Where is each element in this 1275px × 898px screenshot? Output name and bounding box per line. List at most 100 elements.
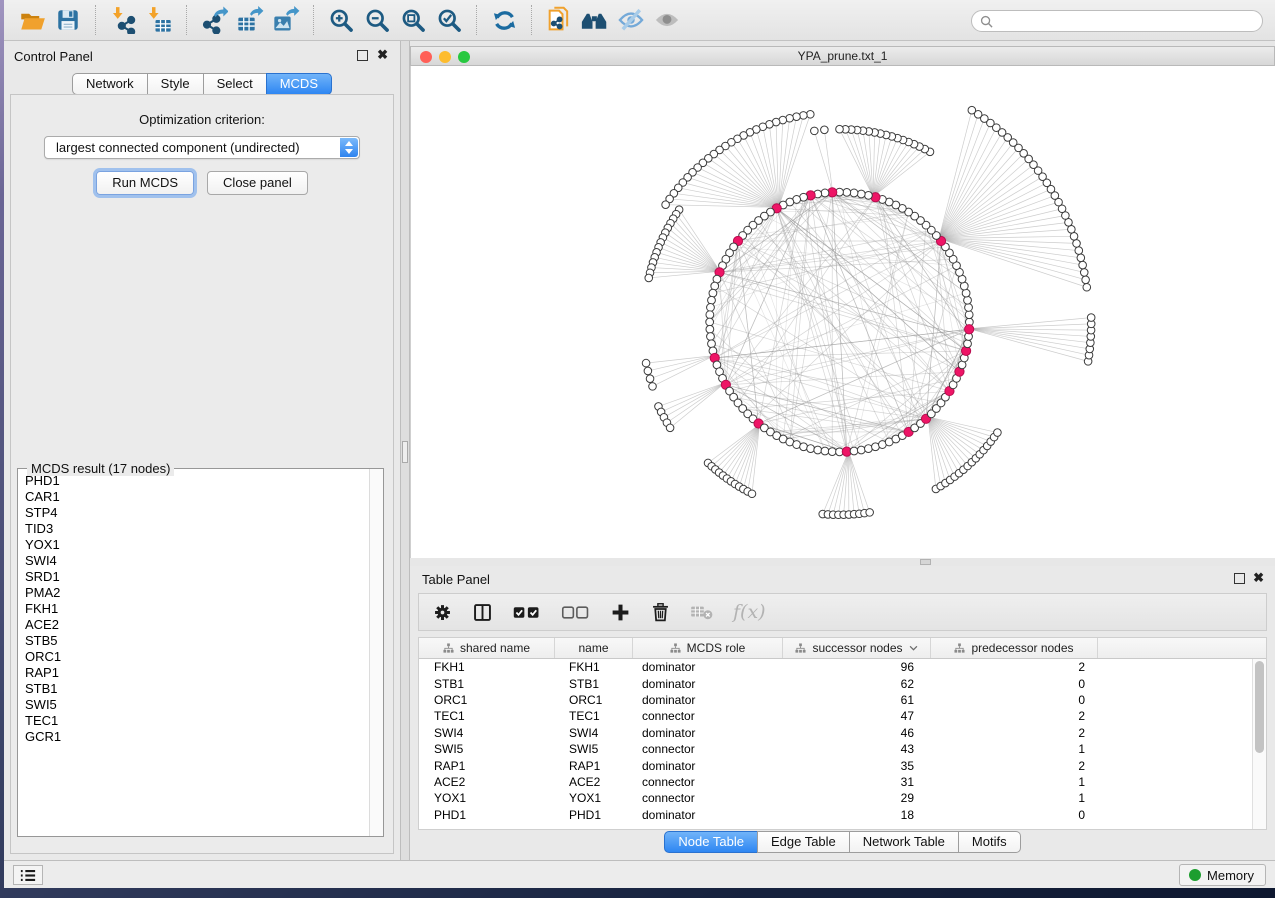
show-column-button[interactable] [472,602,493,623]
search-input[interactable] [998,12,1262,30]
select-all-rows-button[interactable] [512,603,542,622]
column-header-mcds-role[interactable]: MCDS role [633,638,783,658]
minimize-window-icon[interactable] [439,51,451,63]
table-row[interactable]: RAP1RAP1dominator352 [419,757,1252,773]
close-panel-button[interactable]: Close panel [207,171,308,195]
float-table-panel-icon[interactable] [1234,573,1245,584]
column-header-successor-nodes[interactable]: successor nodes [783,638,931,658]
table-row[interactable]: ACE2ACE2connector311 [419,774,1252,790]
deselect-all-rows-button[interactable] [561,603,591,622]
zoom-in-button[interactable] [323,3,359,37]
function-builder-button-disabled[interactable]: f(x) [733,601,766,623]
create-column-button[interactable] [610,602,631,623]
list-item[interactable]: GCR1 [25,729,369,745]
memory-status-icon [1189,869,1201,881]
list-item[interactable]: ORC1 [25,649,369,665]
table-row[interactable]: FKH1FKH1dominator962 [419,659,1252,675]
close-window-icon[interactable] [420,51,432,63]
table-cell: SWI5 [419,742,555,756]
zoom-selected-button[interactable] [431,3,467,37]
export-image-button[interactable] [268,3,304,37]
table-scrollbar-thumb[interactable] [1255,661,1264,753]
search-box[interactable] [971,10,1263,32]
table-cell: dominator [633,660,783,674]
list-item[interactable]: SWI4 [25,553,369,569]
window-controls [420,51,470,63]
list-item[interactable]: PMA2 [25,585,369,601]
zoom-fit-button[interactable] [395,3,431,37]
tab-edge-table[interactable]: Edge Table [757,831,850,853]
list-item[interactable]: SRD1 [25,569,369,585]
tab-mcds[interactable]: MCDS [266,73,332,95]
tab-network[interactable]: Network [72,73,148,95]
table-row[interactable]: YOX1YOX1connector291 [419,790,1252,806]
hide-selected-button[interactable] [613,3,649,37]
network-from-clipboard-button[interactable] [541,3,577,37]
list-item[interactable]: SWI5 [25,697,369,713]
tab-select[interactable]: Select [203,73,267,95]
column-header-shared-name[interactable]: shared name [419,638,555,658]
table-panel: Table Panel ✖ f(x) shared namenameMCDS r… [410,566,1275,860]
table-cell: dominator [633,726,783,740]
maximize-window-icon[interactable] [458,51,470,63]
table-panel-title: Table Panel [422,572,490,587]
main-toolbar [4,0,1275,41]
export-table-button[interactable] [232,3,268,37]
list-item[interactable]: PHD1 [25,473,369,489]
table-scrollbar[interactable] [1252,659,1266,829]
first-neighbors-button[interactable] [577,3,613,37]
export-network-button[interactable] [196,3,232,37]
table-row[interactable]: STB1STB1dominator620 [419,675,1252,691]
save-session-button[interactable] [50,3,86,37]
splitter-handle[interactable] [402,441,408,463]
show-all-button[interactable] [649,3,685,37]
zoom-out-button[interactable] [359,3,395,37]
tab-network-table[interactable]: Network Table [849,831,959,853]
table-cell: TEC1 [419,709,555,723]
table-settings-button[interactable] [432,602,453,623]
list-item[interactable]: YOX1 [25,537,369,553]
float-panel-icon[interactable] [357,50,368,61]
list-item[interactable]: FKH1 [25,601,369,617]
list-item[interactable]: TID3 [25,521,369,537]
tab-motifs[interactable]: Motifs [958,831,1021,853]
delete-table-button-disabled[interactable] [690,603,714,621]
open-session-button[interactable] [14,3,50,37]
list-item[interactable]: TEC1 [25,713,369,729]
task-history-button[interactable] [13,865,43,885]
memory-button[interactable]: Memory [1179,864,1266,886]
close-panel-icon[interactable]: ✖ [377,48,388,62]
tab-node-table[interactable]: Node Table [664,831,758,853]
column-header-name[interactable]: name [555,638,633,658]
network-window-titlebar[interactable]: YPA_prune.txt_1 [410,46,1275,66]
table-cell: dominator [633,808,783,822]
import-table-button[interactable] [141,3,177,37]
table-cell: YOX1 [419,791,555,805]
close-table-panel-icon[interactable]: ✖ [1253,571,1264,585]
table-row[interactable]: SWI4SWI4dominator462 [419,725,1252,741]
run-mcds-button[interactable]: Run MCDS [96,171,194,195]
vertical-splitter[interactable] [400,41,410,860]
list-item[interactable]: CAR1 [25,489,369,505]
list-item[interactable]: ACE2 [25,617,369,633]
table-row[interactable]: SWI5SWI5connector431 [419,741,1252,757]
horizontal-splitter-handle[interactable] [920,559,931,565]
list-item[interactable]: RAP1 [25,665,369,681]
list-item[interactable]: STB1 [25,681,369,697]
import-table-icon [145,6,173,34]
table-row[interactable]: PHD1PHD1dominator180 [419,807,1252,823]
network-view[interactable] [410,66,1275,558]
table-cell: 43 [783,742,931,756]
list-item[interactable]: STB5 [25,633,369,649]
table-row[interactable]: TEC1TEC1connector472 [419,708,1252,724]
network-graph[interactable] [411,66,1275,558]
criterion-dropdown[interactable]: largest connected component (undirected) [44,136,360,159]
refresh-view-button[interactable] [486,3,522,37]
list-item[interactable]: STP4 [25,505,369,521]
tab-style[interactable]: Style [147,73,204,95]
column-header-predecessor-nodes[interactable]: predecessor nodes [931,638,1098,658]
result-list-scrollbar[interactable] [369,469,383,836]
table-row[interactable]: ORC1ORC1dominator610 [419,692,1252,708]
delete-column-button[interactable] [650,602,671,623]
import-network-button[interactable] [105,3,141,37]
